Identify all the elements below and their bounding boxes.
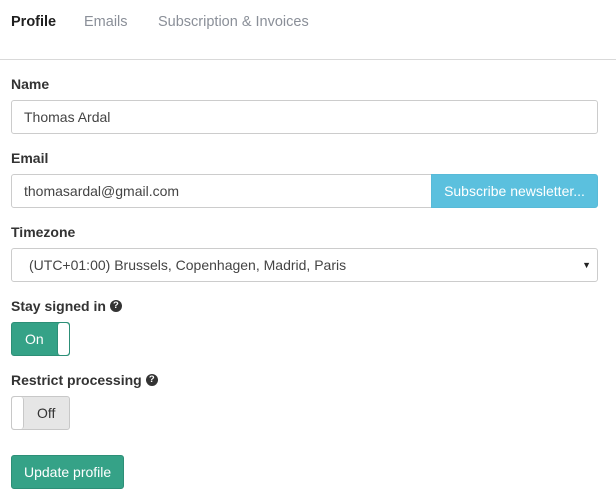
subscribe-newsletter-label: Subscribe newsletter...: [444, 183, 585, 199]
tab-emails[interactable]: Emails: [84, 13, 128, 31]
toggle-handle: [12, 397, 24, 429]
update-profile-button[interactable]: Update profile: [11, 455, 125, 489]
restrict-processing-label: Restrict processing ?: [11, 372, 158, 388]
email-field-value: thomasardal@gmail.com: [24, 183, 180, 199]
name-label-text: Name: [11, 76, 50, 92]
caret-down-icon: ▼: [582, 260, 591, 270]
restrict-processing-toggle[interactable]: Off: [11, 396, 70, 430]
timezone-selected-value: (UTC+01:00) Brussels, Copenhagen, Madrid…: [29, 257, 347, 273]
toggle-handle: [57, 323, 69, 355]
profile-tabs: Profile Emails Subscription & Invoices: [0, 0, 616, 60]
update-profile-label: Update profile: [24, 464, 112, 480]
name-field[interactable]: Thomas Ardal: [11, 100, 598, 134]
stay-signed-in-label-text: Stay signed in: [11, 298, 106, 314]
timezone-label: Timezone: [11, 224, 75, 240]
stay-signed-in-toggle[interactable]: On: [11, 322, 70, 356]
tab-subscription-invoices[interactable]: Subscription & Invoices: [158, 13, 309, 31]
name-label: Name: [11, 76, 49, 92]
tab-profile[interactable]: Profile: [11, 13, 56, 31]
email-field[interactable]: thomasardal@gmail.com: [11, 174, 432, 208]
email-label: Email: [11, 150, 48, 166]
restrict-processing-label-text: Restrict processing: [11, 372, 142, 388]
subscribe-newsletter-button[interactable]: Subscribe newsletter...: [431, 174, 598, 208]
question-circle-icon[interactable]: ?: [145, 374, 158, 386]
stay-signed-in-label: Stay signed in ?: [11, 298, 122, 314]
timezone-select[interactable]: (UTC+01:00) Brussels, Copenhagen, Madrid…: [11, 248, 598, 282]
timezone-label-text: Timezone: [11, 224, 76, 240]
question-circle-icon[interactable]: ?: [109, 300, 122, 312]
name-field-value: Thomas Ardal: [24, 109, 111, 125]
email-label-text: Email: [11, 150, 49, 166]
restrict-processing-state: Off: [37, 405, 56, 421]
stay-signed-in-state: On: [25, 331, 44, 347]
